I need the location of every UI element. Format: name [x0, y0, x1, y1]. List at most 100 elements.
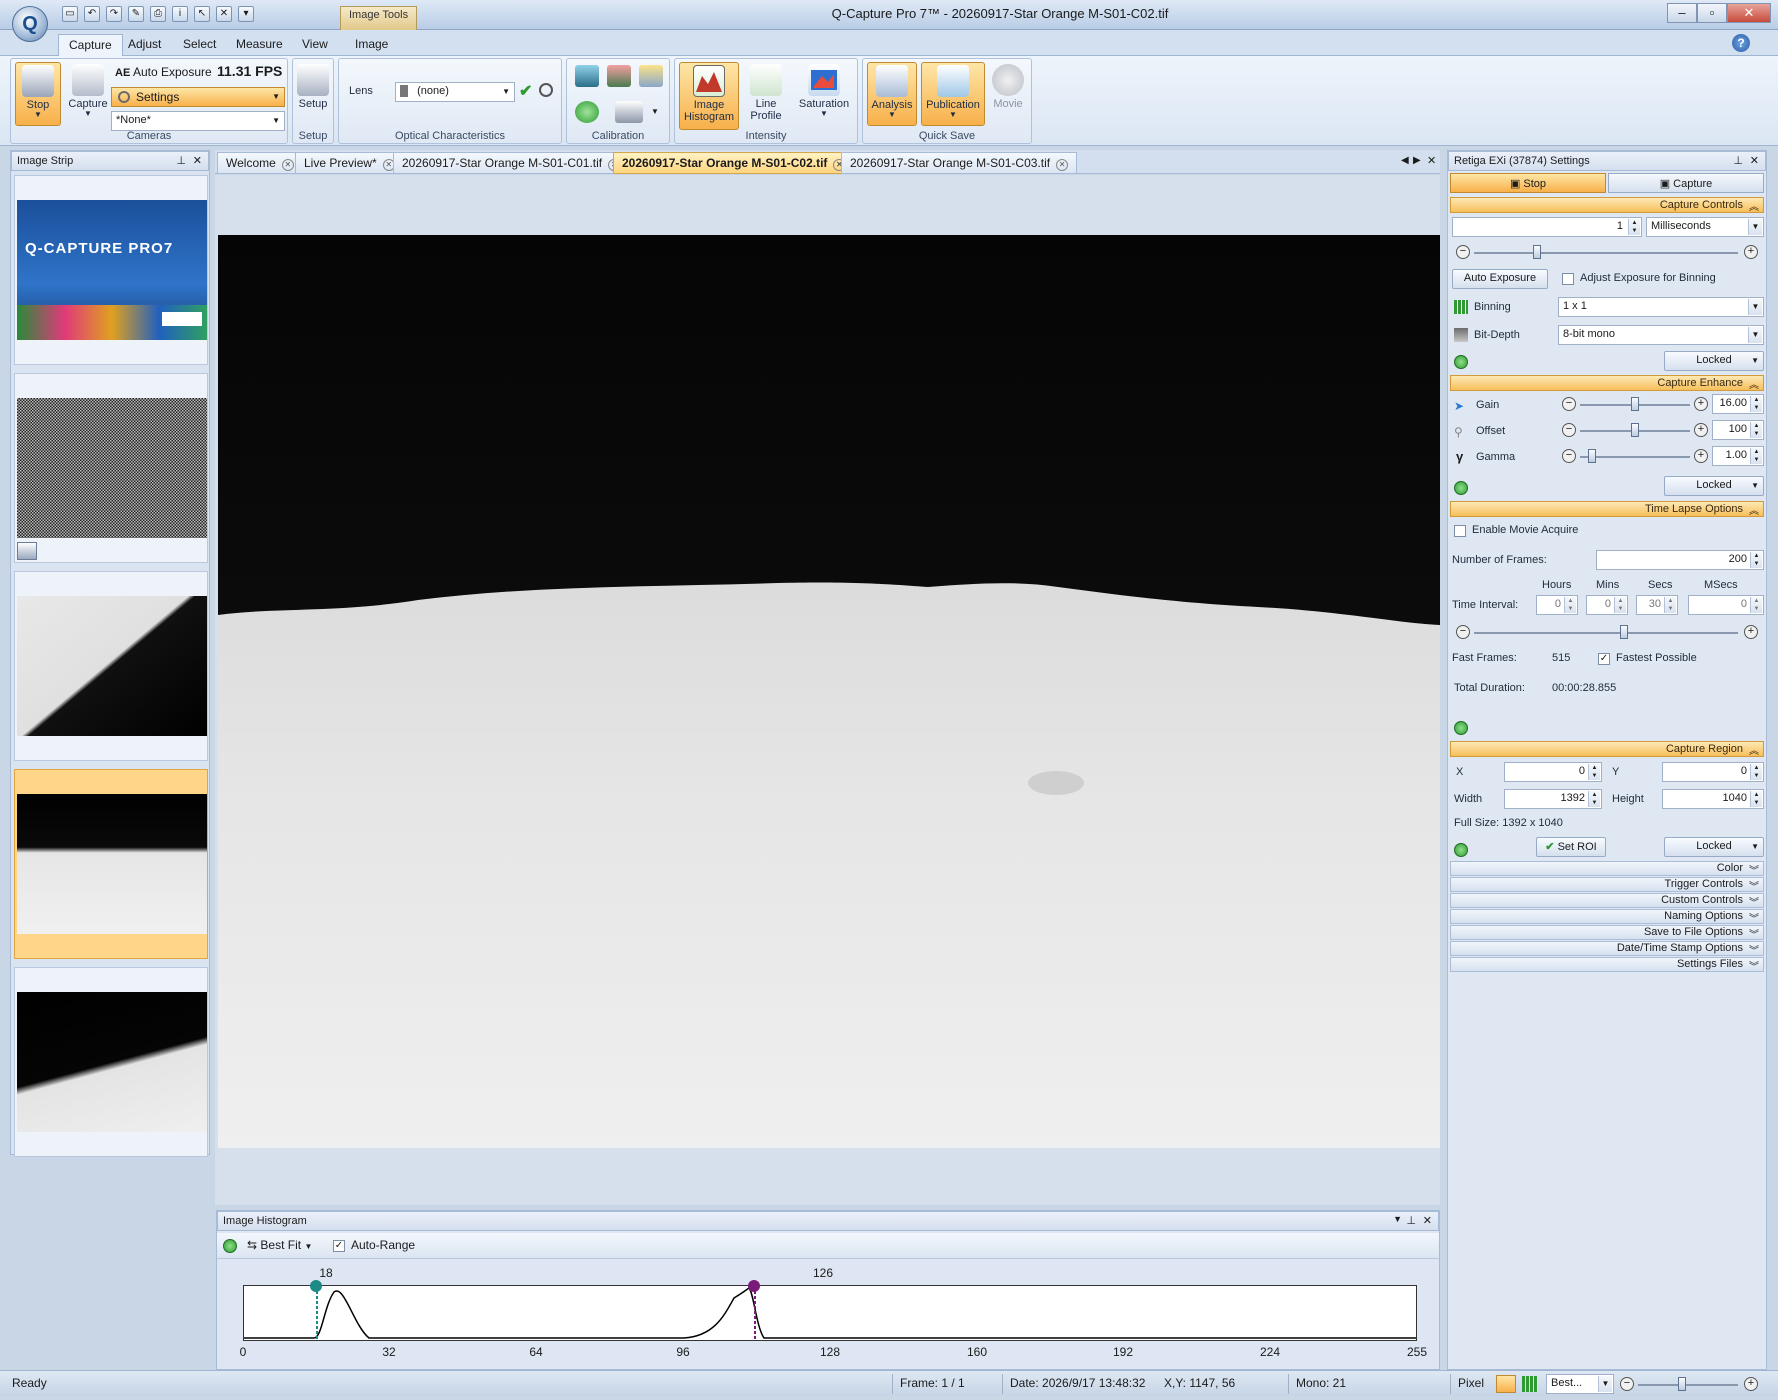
section-color[interactable]: Color ︾	[1450, 861, 1764, 877]
refresh-calibration-icon[interactable]	[575, 101, 599, 123]
section-custom-controls[interactable]: Custom Controls ︾	[1450, 893, 1764, 909]
roi-y-input[interactable]: 0 ▲ ▼	[1662, 762, 1764, 782]
capture-enhance-locked-select[interactable]: Locked ▼	[1664, 476, 1764, 496]
frames-input[interactable]: 200 ▲ ▼	[1596, 550, 1764, 570]
apply-check-icon[interactable]: ✔	[519, 81, 532, 101]
section-time-lapse-options[interactable]: Time Lapse Options ︽	[1450, 501, 1764, 517]
gamma-slider-thumb[interactable]	[1588, 449, 1596, 463]
enable-movie-checkbox[interactable]	[1454, 525, 1466, 537]
spinner-icon[interactable]: ▲ ▼	[1664, 597, 1676, 613]
spinner-icon[interactable]: ▲ ▼	[1750, 396, 1762, 412]
pin-icon[interactable]: ⊥	[1406, 1214, 1416, 1227]
redo-icon[interactable]: ↷	[106, 6, 122, 22]
close-icon[interactable]: ✕	[281, 159, 294, 171]
gamma-slider[interactable]	[1580, 456, 1690, 458]
thumbnail-c03[interactable]	[14, 967, 208, 1157]
thumbnail-welcome[interactable]: Q-CAPTURE PRO7	[14, 175, 208, 365]
tab-capture[interactable]: Capture	[58, 34, 123, 56]
best-fit-button[interactable]: ⇆ Best Fit ▼	[247, 1238, 312, 1252]
low-marker-handle[interactable]	[310, 1280, 322, 1292]
offset-decrease-button[interactable]: −	[1562, 423, 1576, 437]
exposure-decrease-button[interactable]: −	[1456, 245, 1470, 259]
tab-measure[interactable]: Measure	[226, 34, 293, 56]
section-settings-files[interactable]: Settings Files ︾	[1450, 957, 1764, 973]
close-icon[interactable]: ✕	[193, 154, 202, 167]
offset-slider-thumb[interactable]	[1631, 423, 1639, 437]
set-roi-button[interactable]: ✔ Set ROI	[1536, 837, 1606, 857]
tab-live-preview[interactable]: Live Preview* ✕	[295, 152, 404, 174]
refresh-icon[interactable]	[223, 1239, 237, 1253]
exposure-slider[interactable]	[1474, 252, 1738, 254]
fastest-possible-checkbox[interactable]: ✓	[1598, 653, 1610, 665]
section-capture-region[interactable]: Capture Region ︽	[1450, 741, 1764, 757]
refresh-icon[interactable]	[1454, 481, 1468, 495]
saturation-button[interactable]: Saturation ▼	[793, 62, 855, 126]
close-icon[interactable]: ✕	[1423, 1214, 1432, 1227]
thumbnail-c02[interactable]	[14, 769, 208, 959]
section-capture-controls[interactable]: Capture Controls ︽	[1450, 197, 1764, 213]
stop-button[interactable]: Stop ▼	[15, 62, 61, 126]
section-date-time-stamp-options[interactable]: Date/Time Stamp Options ︾	[1450, 941, 1764, 957]
zoom-select[interactable]: Best... ▼	[1546, 1374, 1614, 1394]
lens-settings-icon[interactable]	[539, 83, 553, 97]
refresh-icon[interactable]	[1454, 721, 1468, 735]
interval-hours-input[interactable]: 0 ▲ ▼	[1536, 595, 1578, 615]
section-capture-enhance[interactable]: Capture Enhance ︽	[1450, 375, 1764, 391]
spinner-icon[interactable]: ▲ ▼	[1750, 448, 1762, 464]
close-icon[interactable]: ✕	[1427, 154, 1436, 167]
spinner-icon[interactable]: ▲ ▼	[1750, 597, 1762, 613]
customize-qat-icon[interactable]: ▾	[238, 6, 254, 22]
ruler-icon[interactable]	[639, 65, 663, 87]
captured-image[interactable]	[218, 235, 1440, 1148]
spinner-icon[interactable]: ▲ ▼	[1750, 791, 1762, 807]
grid-view-icon[interactable]	[1522, 1376, 1538, 1392]
pin-icon[interactable]: ⊥	[1733, 154, 1743, 167]
stop-button[interactable]: ▣ Stop	[1450, 173, 1606, 193]
app-logo-icon[interactable]: Q	[12, 6, 48, 42]
section-trigger-controls[interactable]: Trigger Controls ︾	[1450, 877, 1764, 893]
zoom-out-button[interactable]: −	[1620, 1377, 1634, 1391]
capture-button[interactable]: ▣ Capture	[1608, 173, 1764, 193]
publication-button[interactable]: Publication ▼	[921, 62, 985, 126]
interval-msecs-input[interactable]: 0 ▲ ▼	[1688, 595, 1764, 615]
roi-height-input[interactable]: 1040 ▲ ▼	[1662, 789, 1764, 809]
gain-slider-thumb[interactable]	[1631, 397, 1639, 411]
line-profile-button[interactable]: Line Profile	[743, 62, 789, 126]
setup-button[interactable]: Setup	[293, 62, 333, 126]
gamma-increase-button[interactable]: +	[1694, 449, 1708, 463]
tab-image[interactable]: Image	[345, 34, 398, 56]
adjust-binning-checkbox[interactable]	[1562, 273, 1574, 285]
tab-c01[interactable]: 20260917-Star Orange M-S01-C01.tif✕	[393, 152, 630, 174]
chevron-down-icon[interactable]: ▼	[651, 107, 659, 116]
new-icon[interactable]: ▭	[62, 6, 78, 22]
spinner-icon[interactable]: ▲ ▼	[1750, 552, 1762, 568]
offset-input[interactable]: 100 ▲ ▼	[1712, 420, 1764, 440]
roi-x-input[interactable]: 0 ▲ ▼	[1504, 762, 1602, 782]
chevron-down-icon[interactable]: ▼	[1393, 1214, 1402, 1224]
auto-range-checkbox[interactable]: ✓	[333, 1240, 345, 1252]
spinner-icon[interactable]: ▲ ▼	[1588, 791, 1600, 807]
roi-width-input[interactable]: 1392 ▲ ▼	[1504, 789, 1602, 809]
interval-slider-thumb[interactable]	[1620, 625, 1628, 639]
minimize-button[interactable]: –	[1667, 3, 1697, 23]
tab-c02[interactable]: 20260917-Star Orange M-S01-C02.tif ✕	[613, 152, 855, 174]
offset-increase-button[interactable]: +	[1694, 423, 1708, 437]
refresh-icon[interactable]	[1454, 843, 1468, 857]
gamma-input[interactable]: 1.00 ▲ ▼	[1712, 446, 1764, 466]
high-marker-handle[interactable]	[748, 1280, 760, 1292]
spinner-icon[interactable]: ▲ ▼	[1564, 597, 1576, 613]
movie-button[interactable]: Movie	[987, 62, 1029, 126]
refresh-icon[interactable]	[1454, 355, 1468, 369]
zoom-in-button[interactable]: +	[1744, 1377, 1758, 1391]
help-icon[interactable]: ?	[1732, 34, 1750, 52]
capture-button[interactable]: Capture ▼	[65, 62, 111, 126]
settings-preset-select[interactable]: *None* ▼	[111, 111, 285, 131]
zoom-slider-thumb[interactable]	[1678, 1377, 1686, 1391]
lens-select[interactable]: (none) ▼	[395, 82, 515, 102]
spatial-calibration-icon[interactable]	[607, 65, 631, 87]
interval-increase-button[interactable]: +	[1744, 625, 1758, 639]
tab-select[interactable]: Select	[173, 34, 226, 56]
camera-calibration-icon[interactable]	[615, 101, 643, 123]
pointer-icon[interactable]: ↖	[194, 6, 210, 22]
tab-welcome[interactable]: Welcome ✕	[217, 152, 303, 174]
